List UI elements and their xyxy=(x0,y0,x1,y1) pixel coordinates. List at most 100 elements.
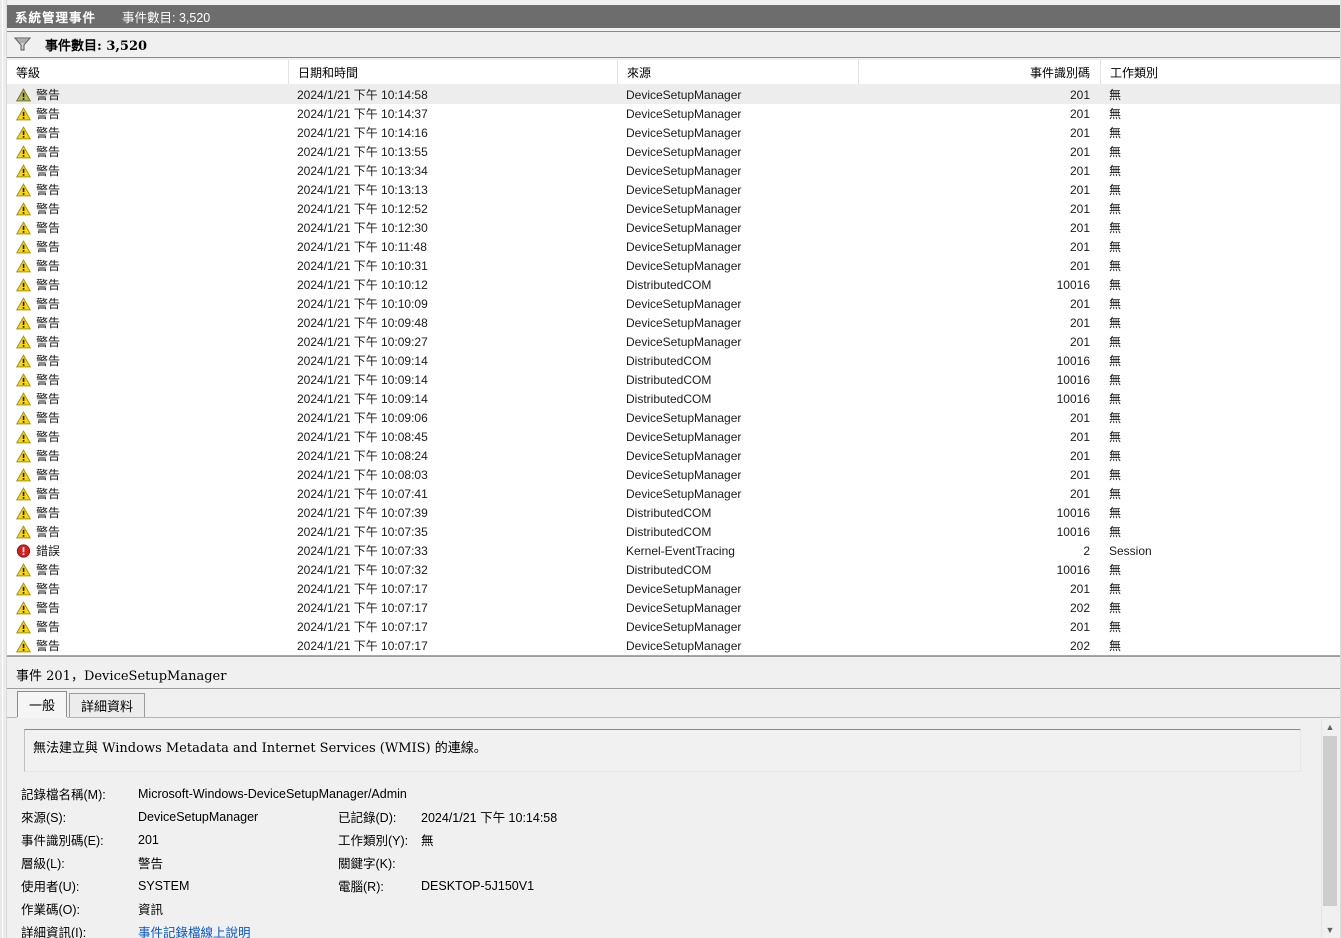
table-row[interactable]: 警告 2024/1/21 下午 10:12:52 DeviceSetupMana… xyxy=(7,199,1340,218)
source-cell: DistributedCOM xyxy=(626,353,712,368)
source-cell: DeviceSetupManager xyxy=(626,581,742,596)
level-label: 警告 xyxy=(36,449,61,463)
table-row[interactable]: 警告 2024/1/21 下午 10:11:48 DeviceSetupMana… xyxy=(7,237,1340,256)
column-header-level[interactable]: 等級 xyxy=(7,60,288,84)
table-row[interactable]: 警告 2024/1/21 下午 10:07:17 DeviceSetupMana… xyxy=(7,579,1340,598)
event-id-cell: 201 xyxy=(1069,467,1090,482)
table-row[interactable]: 警告 2024/1/21 下午 10:08:45 DeviceSetupMana… xyxy=(7,427,1340,446)
task-category-cell: 無 xyxy=(1109,240,1122,254)
source-cell: DeviceSetupManager xyxy=(626,448,742,463)
datetime-cell: 2024/1/21 下午 10:08:45 xyxy=(297,430,428,444)
event-id-cell: 10016 xyxy=(1056,372,1090,387)
level-label: 警告 xyxy=(36,316,61,330)
detail-scrollbar[interactable]: ▲ ▼ xyxy=(1321,719,1337,938)
event-id-cell: 201 xyxy=(1069,258,1090,273)
table-row[interactable]: 警告 2024/1/21 下午 10:10:12 DistributedCOM … xyxy=(7,275,1340,294)
field-label-col2: 已記錄(D): xyxy=(338,811,397,825)
datetime-cell: 2024/1/21 下午 10:10:31 xyxy=(297,259,428,273)
datetime-cell: 2024/1/21 下午 10:07:35 xyxy=(297,525,428,539)
warning-icon xyxy=(16,239,31,254)
tab-details[interactable]: 詳細資料 xyxy=(69,693,146,717)
datetime-cell: 2024/1/21 下午 10:09:06 xyxy=(297,411,428,425)
level-label: 警告 xyxy=(36,164,61,178)
event-id-cell: 201 xyxy=(1069,201,1090,216)
table-row[interactable]: 警告 2024/1/21 下午 10:07:17 DeviceSetupMana… xyxy=(7,617,1340,636)
column-header-task-category[interactable]: 工作類別 xyxy=(1100,60,1340,84)
source-cell: DistributedCOM xyxy=(626,277,712,292)
table-row[interactable]: 警告 2024/1/21 下午 10:07:41 DeviceSetupMana… xyxy=(7,484,1340,503)
page-title: 系統管理事件 xyxy=(15,11,97,25)
table-row[interactable]: 警告 2024/1/21 下午 10:07:17 DeviceSetupMana… xyxy=(7,598,1340,617)
warning-icon xyxy=(16,638,31,653)
datetime-cell: 2024/1/21 下午 10:07:17 xyxy=(297,639,428,653)
filter-funnel-icon xyxy=(14,37,31,51)
source-cell: DistributedCOM xyxy=(626,505,712,520)
table-row[interactable]: 警告 2024/1/21 下午 10:09:14 DistributedCOM … xyxy=(7,351,1340,370)
filter-summary-bar[interactable]: 事件數目: 3,520 xyxy=(7,31,1340,58)
event-id-cell: 10016 xyxy=(1056,524,1090,539)
table-row[interactable]: 警告 2024/1/21 下午 10:14:58 DeviceSetupMana… xyxy=(7,85,1340,104)
table-row[interactable]: 警告 2024/1/21 下午 10:09:27 DeviceSetupMana… xyxy=(7,332,1340,351)
field-label-col2: 關鍵字(K): xyxy=(338,857,396,871)
table-row[interactable]: 警告 2024/1/21 下午 10:07:17 DeviceSetupMana… xyxy=(7,636,1340,655)
warning-icon xyxy=(16,619,31,634)
datetime-cell: 2024/1/21 下午 10:08:24 xyxy=(297,449,428,463)
table-row[interactable]: 警告 2024/1/21 下午 10:13:34 DeviceSetupMana… xyxy=(7,161,1340,180)
event-id-cell: 2 xyxy=(1083,543,1090,558)
scrollbar-up-icon[interactable]: ▲ xyxy=(1322,719,1338,735)
source-cell: DistributedCOM xyxy=(626,524,712,539)
datetime-cell: 2024/1/21 下午 10:07:17 xyxy=(297,582,428,596)
source-cell: DeviceSetupManager xyxy=(626,239,742,254)
datetime-cell: 2024/1/21 下午 10:07:33 xyxy=(297,544,428,558)
event-field-row: 層級(L): 警告 關鍵字(K): xyxy=(7,851,1300,874)
column-header-datetime[interactable]: 日期和時間 xyxy=(288,60,617,84)
table-row[interactable]: 警告 2024/1/21 下午 10:14:37 DeviceSetupMana… xyxy=(7,104,1340,123)
table-row[interactable]: 警告 2024/1/21 下午 10:10:31 DeviceSetupMana… xyxy=(7,256,1340,275)
field-label: 詳細資訊(I): xyxy=(21,926,87,938)
tab-general[interactable]: 一般 xyxy=(17,691,68,717)
scrollbar-thumb[interactable] xyxy=(1323,736,1337,906)
table-row[interactable]: 警告 2024/1/21 下午 10:07:32 DistributedCOM … xyxy=(7,560,1340,579)
table-row[interactable]: 警告 2024/1/21 下午 10:10:09 DeviceSetupMana… xyxy=(7,294,1340,313)
event-id-cell: 201 xyxy=(1069,239,1090,254)
datetime-cell: 2024/1/21 下午 10:08:03 xyxy=(297,468,428,482)
event-description-box[interactable]: 無法建立與 Windows Metadata and Internet Serv… xyxy=(24,729,1301,772)
warning-icon xyxy=(16,163,31,178)
table-row[interactable]: 警告 2024/1/21 下午 10:12:30 DeviceSetupMana… xyxy=(7,218,1340,237)
table-row[interactable]: 警告 2024/1/21 下午 10:14:16 DeviceSetupMana… xyxy=(7,123,1340,142)
table-row[interactable]: 錯誤 2024/1/21 下午 10:07:33 Kernel-EventTra… xyxy=(7,541,1340,560)
table-row[interactable]: 警告 2024/1/21 下午 10:07:35 DistributedCOM … xyxy=(7,522,1340,541)
table-row[interactable]: 警告 2024/1/21 下午 10:09:48 DeviceSetupMana… xyxy=(7,313,1340,332)
table-row[interactable]: 警告 2024/1/21 下午 10:13:55 DeviceSetupMana… xyxy=(7,142,1340,161)
event-detail-title: 事件 201，DeviceSetupManager xyxy=(16,668,227,684)
source-cell: DeviceSetupManager xyxy=(626,619,742,634)
table-row[interactable]: 警告 2024/1/21 下午 10:09:14 DistributedCOM … xyxy=(7,389,1340,408)
event-description: 無法建立與 Windows Metadata and Internet Serv… xyxy=(33,741,487,756)
table-row[interactable]: 警告 2024/1/21 下午 10:13:13 DeviceSetupMana… xyxy=(7,180,1340,199)
table-row[interactable]: 警告 2024/1/21 下午 10:09:14 DistributedCOM … xyxy=(7,370,1340,389)
table-row[interactable]: 警告 2024/1/21 下午 10:07:39 DistributedCOM … xyxy=(7,503,1340,522)
source-cell: DeviceSetupManager xyxy=(626,315,742,330)
task-category-cell: 無 xyxy=(1109,126,1122,140)
scrollbar-down-icon[interactable]: ▼ xyxy=(1322,922,1338,938)
warning-icon xyxy=(16,144,31,159)
column-header-source[interactable]: 來源 xyxy=(617,60,858,84)
event-id-cell: 201 xyxy=(1069,125,1090,140)
table-row[interactable]: 警告 2024/1/21 下午 10:08:03 DeviceSetupMana… xyxy=(7,465,1340,484)
warning-icon xyxy=(16,467,31,482)
source-cell: DistributedCOM xyxy=(626,372,712,387)
task-category-cell: 無 xyxy=(1109,335,1122,349)
task-category-cell: 無 xyxy=(1109,601,1122,615)
table-row[interactable]: 警告 2024/1/21 下午 10:08:24 DeviceSetupMana… xyxy=(7,446,1340,465)
table-row[interactable]: 警告 2024/1/21 下午 10:09:06 DeviceSetupMana… xyxy=(7,408,1340,427)
level-label: 警告 xyxy=(36,620,61,634)
datetime-cell: 2024/1/21 下午 10:13:55 xyxy=(297,145,428,159)
column-header-event-id[interactable]: 事件識別碼 xyxy=(858,60,1100,84)
warning-icon xyxy=(16,125,31,140)
task-category-cell: 無 xyxy=(1109,449,1122,463)
datetime-cell: 2024/1/21 下午 10:10:09 xyxy=(297,297,428,311)
source-cell: DeviceSetupManager xyxy=(626,106,742,121)
warning-icon xyxy=(16,562,31,577)
event-log-online-help-link[interactable]: 事件記錄檔線上說明 xyxy=(138,926,251,938)
warning-icon xyxy=(16,372,31,387)
